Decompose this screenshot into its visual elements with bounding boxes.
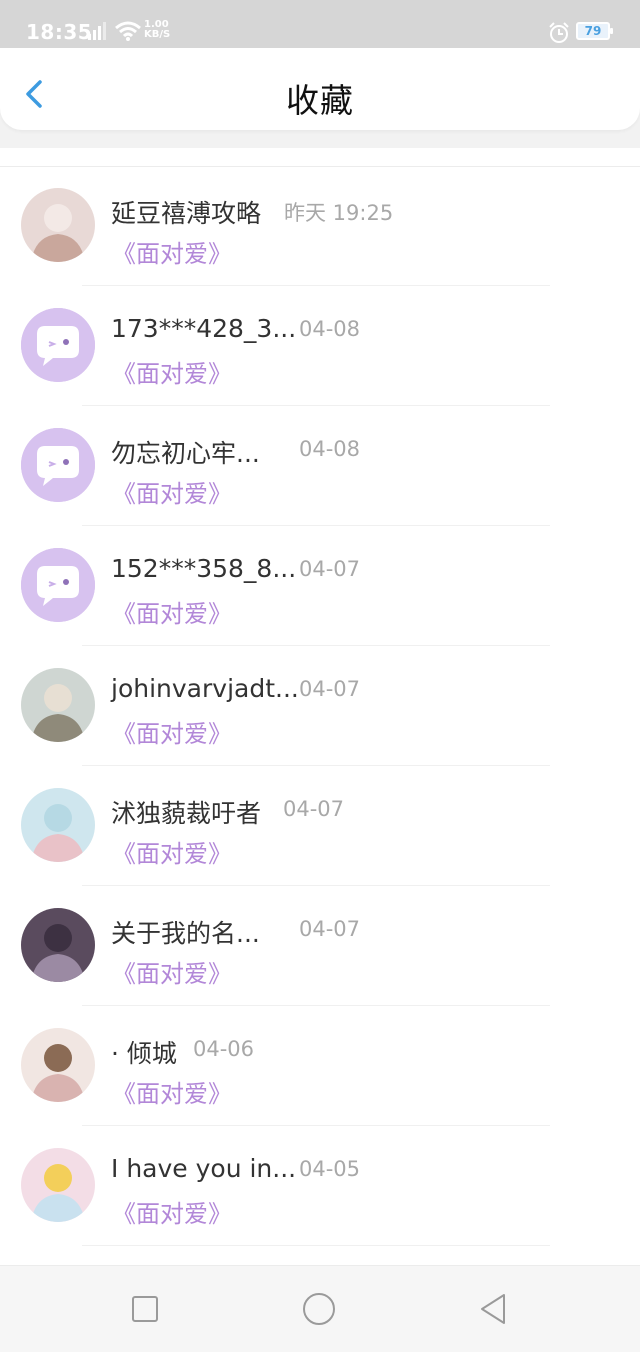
user-name: I have you in...	[111, 1154, 297, 1183]
list-item[interactable]: · 倾城 04-06 《面对爱》	[0, 1006, 640, 1126]
alarm-icon	[549, 22, 569, 43]
user-name: 延豆禧溥攻略	[111, 199, 262, 228]
avatar[interactable]	[21, 788, 95, 862]
avatar[interactable]	[21, 908, 95, 982]
book-link[interactable]: 《面对爱》	[112, 234, 232, 269]
list-item[interactable]: 延豆禧溥攻略 昨天 19:25 《面对爱》	[0, 166, 640, 286]
square-icon[interactable]	[128, 1292, 162, 1326]
list-item[interactable]: 152***358_8... 04-07 《面对爱》	[0, 526, 640, 646]
timestamp: 04-07	[299, 917, 361, 941]
wifi-icon	[115, 21, 141, 41]
header: 收藏	[0, 48, 640, 130]
book-link[interactable]: 《面对爱》	[112, 354, 232, 389]
status-time: 18:35	[26, 20, 93, 44]
timestamp: 04-08	[299, 437, 361, 461]
book-link[interactable]: 《面对爱》	[112, 834, 232, 869]
timestamp: 昨天 19:25	[284, 201, 394, 225]
default-avatar-chat-icon[interactable]	[21, 308, 95, 382]
avatar[interactable]	[21, 668, 95, 742]
divider	[82, 1245, 550, 1246]
user-name: 152***358_8...	[111, 554, 297, 583]
user-name: · 倾城	[111, 1039, 177, 1068]
default-avatar-chat-icon[interactable]	[21, 428, 95, 502]
page-title: 收藏	[286, 81, 354, 120]
list-item[interactable]: 关于我的名... 04-07 《面对爱》	[0, 886, 640, 1006]
book-link[interactable]: 《面对爱》	[112, 1074, 232, 1109]
user-name: 关于我的名...	[111, 919, 260, 948]
timestamp: 04-07	[283, 797, 345, 821]
user-name: 勿忘初心牢...	[111, 439, 260, 468]
default-avatar-chat-icon[interactable]	[21, 548, 95, 622]
book-link[interactable]: 《面对爱》	[112, 1194, 232, 1229]
book-link[interactable]: 《面对爱》	[112, 474, 232, 509]
book-link[interactable]: 《面对爱》	[112, 594, 232, 629]
timestamp: 04-05	[299, 1157, 361, 1181]
avatar[interactable]	[21, 1148, 95, 1222]
user-name: 173***428_3...	[111, 314, 297, 343]
user-name: johinvarvjadt...	[111, 674, 299, 703]
circle-icon[interactable]	[302, 1292, 336, 1326]
battery-indicator: 79	[576, 22, 613, 40]
triangle-back-icon[interactable]	[476, 1292, 510, 1326]
book-link[interactable]: 《面对爱》	[112, 714, 232, 749]
network-speed-unit: KB/S	[144, 29, 171, 40]
signal-icon	[88, 22, 106, 40]
book-link[interactable]: 《面对爱》	[112, 954, 232, 989]
user-name: 沭独藐裁吁者	[111, 799, 262, 828]
list-item[interactable]: I have you in... 04-05 《面对爱》	[0, 1126, 640, 1246]
timestamp: 04-07	[299, 677, 361, 701]
status-bar: 18:35 1.00 KB/S 79	[0, 0, 640, 48]
network-speed: 1.00 KB/S	[144, 20, 170, 40]
timestamp: 04-08	[299, 317, 361, 341]
avatar[interactable]	[21, 188, 95, 262]
list-item[interactable]: 沭独藐裁吁者 04-07 《面对爱》	[0, 766, 640, 886]
avatar[interactable]	[21, 1028, 95, 1102]
timestamp: 04-06	[193, 1037, 255, 1061]
list-item[interactable]: 勿忘初心牢... 04-08 《面对爱》	[0, 406, 640, 526]
system-nav-bar	[0, 1265, 640, 1352]
list-item[interactable]: johinvarvjadt... 04-07 《面对爱》	[0, 646, 640, 766]
list-item[interactable]: 173***428_3... 04-08 《面对爱》	[0, 286, 640, 406]
header-background: 收藏	[0, 48, 640, 148]
timestamp: 04-07	[299, 557, 361, 581]
